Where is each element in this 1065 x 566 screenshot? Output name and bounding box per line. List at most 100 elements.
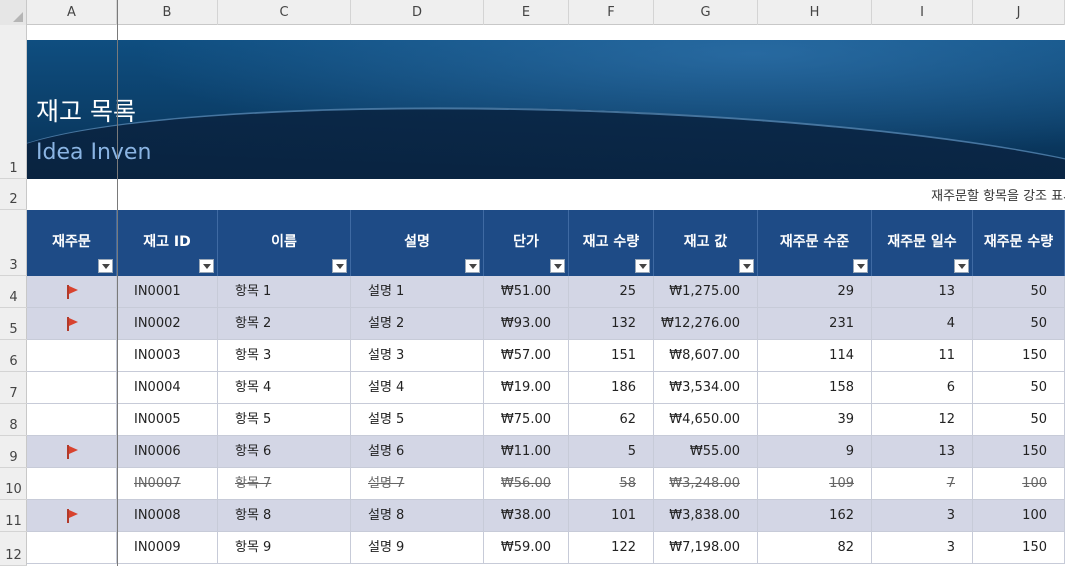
reorder-cell[interactable] [27,308,117,339]
cell-desc[interactable]: 설명 8 [351,500,484,531]
cell-name[interactable]: 항목 2 [218,308,351,339]
column-header[interactable]: E [484,0,569,25]
cell-id[interactable]: IN0006 [117,436,218,467]
cell-days[interactable]: 13 [872,276,973,307]
table-row[interactable]: IN0002 항목 2 설명 2 ₩93.00 132 ₩12,276.00 231 4 50 [27,308,1065,340]
cell-qty[interactable]: 122 [569,532,654,563]
cell-level[interactable]: 109 [758,468,872,499]
cell-value[interactable]: ₩55.00 [654,436,758,467]
cell-id[interactable]: IN0008 [117,500,218,531]
cell-qty[interactable]: 132 [569,308,654,339]
filter-dropdown-icon[interactable] [332,259,347,273]
cell-reorder[interactable]: 100 [973,500,1065,531]
column-header[interactable]: G [654,0,758,25]
filter-dropdown-icon[interactable] [465,259,480,273]
row-header[interactable]: 10 [0,468,27,500]
cell-id[interactable]: IN0005 [117,404,218,435]
cell-qty[interactable]: 186 [569,372,654,403]
cell-id[interactable]: IN0002 [117,308,218,339]
cell-reorder[interactable]: 150 [973,340,1065,371]
select-all-corner[interactable] [0,0,27,25]
row-header[interactable]: 4 [0,276,27,308]
cell-level[interactable]: 9 [758,436,872,467]
cell-level[interactable]: 39 [758,404,872,435]
cell-qty[interactable]: 58 [569,468,654,499]
cell-qty[interactable]: 101 [569,500,654,531]
cell-reorder[interactable]: 50 [973,308,1065,339]
cell-days[interactable]: 7 [872,468,973,499]
cell-desc[interactable]: 설명 1 [351,276,484,307]
cell-name[interactable]: 항목 3 [218,340,351,371]
cell-name[interactable]: 항목 8 [218,500,351,531]
cell-days[interactable]: 11 [872,340,973,371]
cell-days[interactable]: 4 [872,308,973,339]
filter-dropdown-icon[interactable] [635,259,650,273]
cell-value[interactable]: ₩12,276.00 [654,308,758,339]
column-header[interactable]: I [872,0,973,25]
reorder-cell[interactable] [27,436,117,467]
table-row[interactable]: IN0007 항목 7 설명 7 ₩56.00 58 ₩3,248.00 109 7 100 [27,468,1065,500]
filter-dropdown-icon[interactable] [954,259,969,273]
table-row[interactable]: IN0004 항목 4 설명 4 ₩19.00 186 ₩3,534.00 158 6 50 [27,372,1065,404]
reorder-cell[interactable] [27,276,117,307]
cell-level[interactable]: 29 [758,276,872,307]
cell-price[interactable]: ₩75.00 [484,404,569,435]
cell-desc[interactable]: 설명 5 [351,404,484,435]
cell-desc[interactable]: 설명 9 [351,532,484,563]
cell-desc[interactable]: 설명 2 [351,308,484,339]
cell-qty[interactable]: 151 [569,340,654,371]
cell-desc[interactable]: 설명 4 [351,372,484,403]
reorder-cell[interactable] [27,532,117,563]
cell-level[interactable]: 114 [758,340,872,371]
cell-qty[interactable]: 25 [569,276,654,307]
cell-price[interactable]: ₩51.00 [484,276,569,307]
cell-price[interactable]: ₩19.00 [484,372,569,403]
cell-price[interactable]: ₩59.00 [484,532,569,563]
table-row[interactable]: IN0005 항목 5 설명 5 ₩75.00 62 ₩4,650.00 39 12 50 [27,404,1065,436]
reorder-cell[interactable] [27,372,117,403]
cell-reorder[interactable]: 100 [973,468,1065,499]
cell-level[interactable]: 158 [758,372,872,403]
table-row[interactable]: IN0009 항목 9 설명 9 ₩59.00 122 ₩7,198.00 82 3 150 [27,532,1065,564]
cell-name[interactable]: 항목 9 [218,532,351,563]
cell-value[interactable]: ₩3,838.00 [654,500,758,531]
filter-dropdown-icon[interactable] [98,259,113,273]
cell-value[interactable]: ₩7,198.00 [654,532,758,563]
cell-price[interactable]: ₩57.00 [484,340,569,371]
cell-days[interactable]: 3 [872,532,973,563]
row-header[interactable]: 2 [0,179,27,210]
column-header[interactable]: F [569,0,654,25]
cell-id[interactable]: IN0009 [117,532,218,563]
cell-reorder[interactable]: 150 [973,532,1065,563]
row-header[interactable]: 9 [0,436,27,468]
cell-value[interactable]: ₩3,534.00 [654,372,758,403]
cell-id[interactable]: IN0003 [117,340,218,371]
row-header[interactable]: 5 [0,308,27,340]
reorder-highlight-prompt[interactable]: 재주문할 항목을 강조 표시할까 [931,185,1065,204]
cell-name[interactable]: 항목 5 [218,404,351,435]
table-row[interactable]: IN0003 항목 3 설명 3 ₩57.00 151 ₩8,607.00 114 11 150 [27,340,1065,372]
column-header[interactable]: B [117,0,218,25]
table-row[interactable]: IN0001 항목 1 설명 1 ₩51.00 25 ₩1,275.00 29 13 50 [27,276,1065,308]
cell-level[interactable]: 162 [758,500,872,531]
cell-days[interactable]: 3 [872,500,973,531]
row-header[interactable]: 12 [0,532,27,566]
filter-dropdown-icon[interactable] [739,259,754,273]
column-header[interactable]: H [758,0,872,25]
filter-dropdown-icon[interactable] [199,259,214,273]
cell-id[interactable]: IN0007 [117,468,218,499]
column-header[interactable]: A [27,0,117,25]
cell-days[interactable]: 13 [872,436,973,467]
cell-desc[interactable]: 설명 3 [351,340,484,371]
cell-days[interactable]: 12 [872,404,973,435]
cell-id[interactable]: IN0001 [117,276,218,307]
cell-value[interactable]: ₩4,650.00 [654,404,758,435]
cell-value[interactable]: ₩3,248.00 [654,468,758,499]
cell-price[interactable]: ₩38.00 [484,500,569,531]
column-header[interactable]: C [218,0,351,25]
cell-price[interactable]: ₩11.00 [484,436,569,467]
cell-reorder[interactable]: 150 [973,436,1065,467]
row-header[interactable]: 3 [0,210,27,276]
cell-name[interactable]: 항목 4 [218,372,351,403]
cell-name[interactable]: 항목 1 [218,276,351,307]
